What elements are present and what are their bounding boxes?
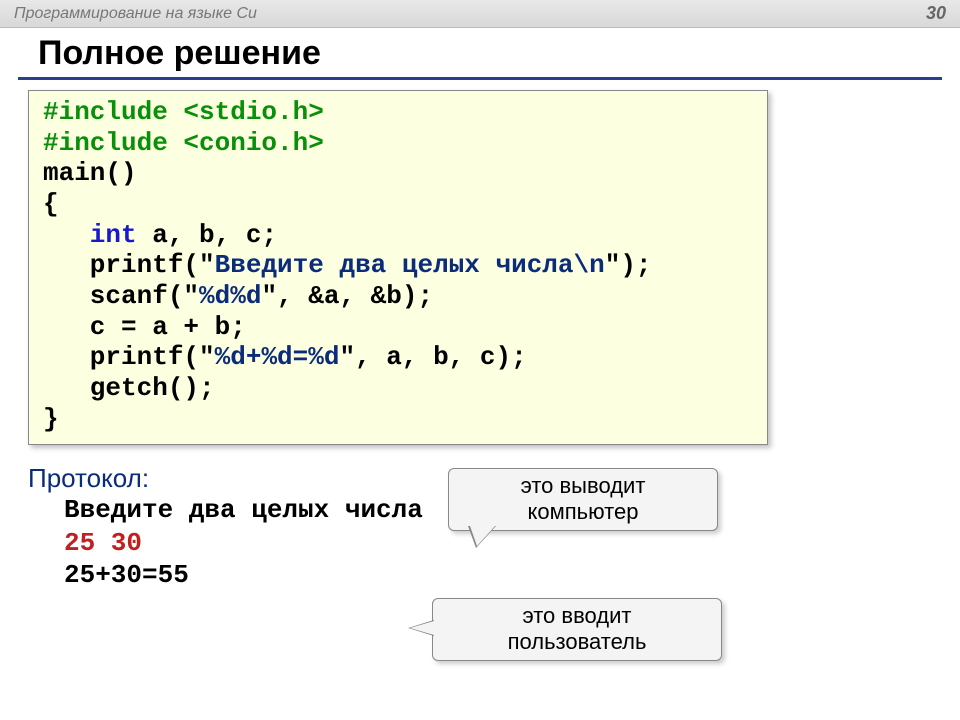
protocol-output: 25+30=55 (64, 559, 960, 592)
string-literal: %d%d (199, 281, 261, 311)
code-line: } (43, 404, 755, 435)
keyword-int: int (43, 220, 137, 250)
code-text: scanf(" (43, 281, 199, 311)
code-line: { (43, 189, 755, 220)
code-line: c = a + b; (43, 312, 755, 343)
callout-text: компьютер (467, 499, 699, 525)
code-line: main() (43, 158, 755, 189)
callout-tail-icon (468, 526, 496, 548)
code-text: a, b, c; (137, 220, 277, 250)
code-text: printf(" (43, 342, 215, 372)
code-line: int a, b, c; (43, 220, 755, 251)
callout-text: это вводит (451, 603, 703, 629)
callout-user-input: это вводит пользователь (432, 598, 722, 661)
code-line: printf("%d+%d=%d", a, b, c); (43, 342, 755, 373)
callout-computer-output: это выводит компьютер (448, 468, 718, 531)
code-text: ", &a, &b); (261, 281, 433, 311)
code-line: scanf("%d%d", &a, &b); (43, 281, 755, 312)
callout-text: пользователь (451, 629, 703, 655)
code-text: ", a, b, c); (339, 342, 526, 372)
callout-text: это выводит (467, 473, 699, 499)
header-page-number: 30 (926, 3, 946, 24)
slide-title: Полное решение (0, 28, 960, 77)
title-underline (18, 77, 942, 80)
string-literal: %d+%d=%d (215, 342, 340, 372)
code-text: printf(" (43, 250, 215, 280)
header-bar: Программирование на языке Си 30 (0, 0, 960, 28)
string-literal: Введите два целых числа\n (215, 250, 605, 280)
code-block: #include <stdio.h> #include <conio.h> ma… (28, 90, 768, 445)
code-text: "); (605, 250, 652, 280)
code-line: getch(); (43, 373, 755, 404)
code-line: #include <conio.h> (43, 128, 324, 158)
protocol-user-input: 25 30 (64, 527, 960, 560)
code-line: #include <stdio.h> (43, 97, 324, 127)
header-title: Программирование на языке Си (14, 5, 257, 23)
code-line: printf("Введите два целых числа\n"); (43, 250, 755, 281)
callout-tail-icon (408, 620, 434, 636)
